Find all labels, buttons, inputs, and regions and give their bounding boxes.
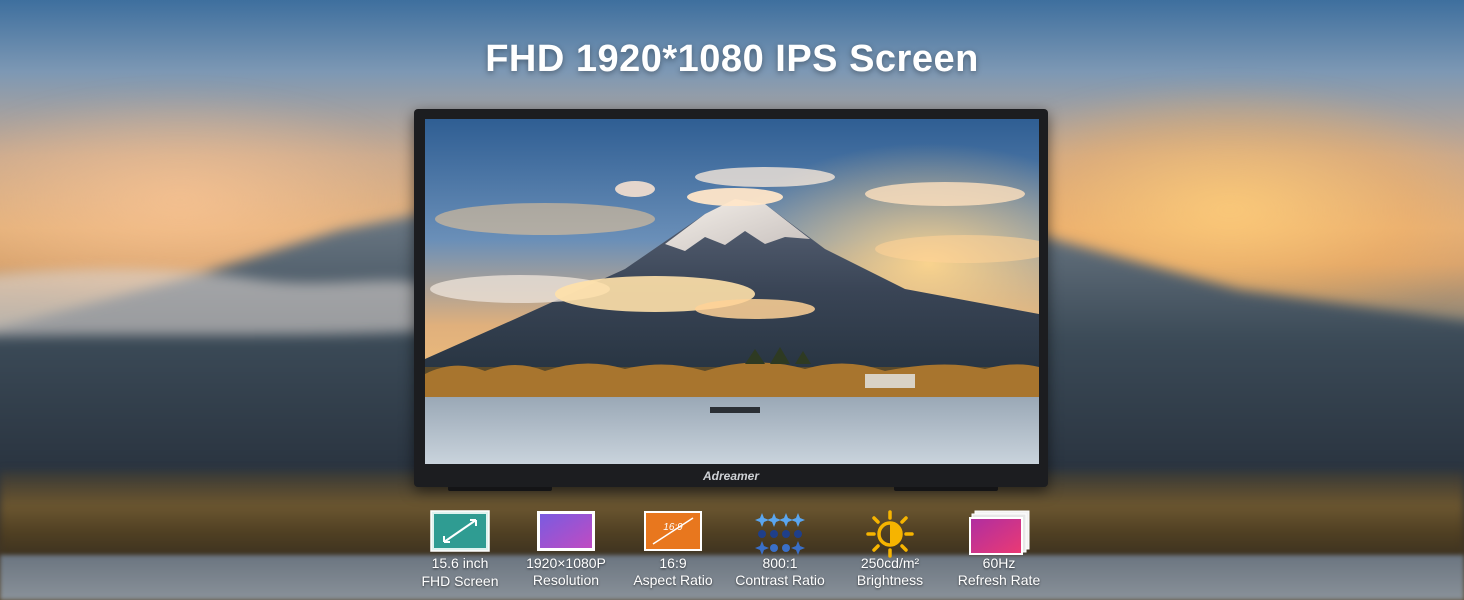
feature-value: 250cd/m² <box>860 555 920 571</box>
screen-size-icon <box>430 510 490 552</box>
feature-label: FHD Screen <box>421 573 499 589</box>
headline: FHD 1920*1080 IPS Screen <box>485 38 979 80</box>
portable-monitor: Adreamer <box>414 109 1048 487</box>
feature-label: Resolution <box>532 572 600 588</box>
resolution-icon <box>537 511 595 551</box>
contrast-dots-icon <box>755 513 805 555</box>
feature-label: Brightness <box>856 572 924 588</box>
sun-icon <box>866 510 914 558</box>
aspect-ratio-icon: 16:9 <box>644 511 702 551</box>
aspect-ratio-icon-text: 16:9 <box>663 522 683 533</box>
feature-label: Contrast Ratio <box>735 572 825 588</box>
mount-fuji-landscape-image <box>425 119 1039 464</box>
feature-label: Refresh Rate <box>957 572 1041 588</box>
feature-label: Aspect Ratio <box>633 572 713 588</box>
refresh-rate-icon <box>969 510 1030 555</box>
monitor-foot-right <box>894 487 998 491</box>
feature-row: 15.6 inch FHD Screen 1920×1080P Resoluti… <box>405 506 1055 600</box>
banner: FHD 1920*1080 IPS Screen Adreamer 15.6 i… <box>0 0 1464 600</box>
brand-logo: Adreamer <box>702 469 760 483</box>
feature-value: 16:9 <box>659 555 687 571</box>
feature-value: 15.6 inch <box>431 555 489 571</box>
monitor-screen-image <box>425 119 1039 464</box>
feature-value: 800:1 <box>762 555 798 571</box>
feature-value: 1920×1080P <box>526 555 606 571</box>
feature-value: 60Hz <box>982 555 1016 571</box>
monitor-foot-left <box>448 487 552 491</box>
